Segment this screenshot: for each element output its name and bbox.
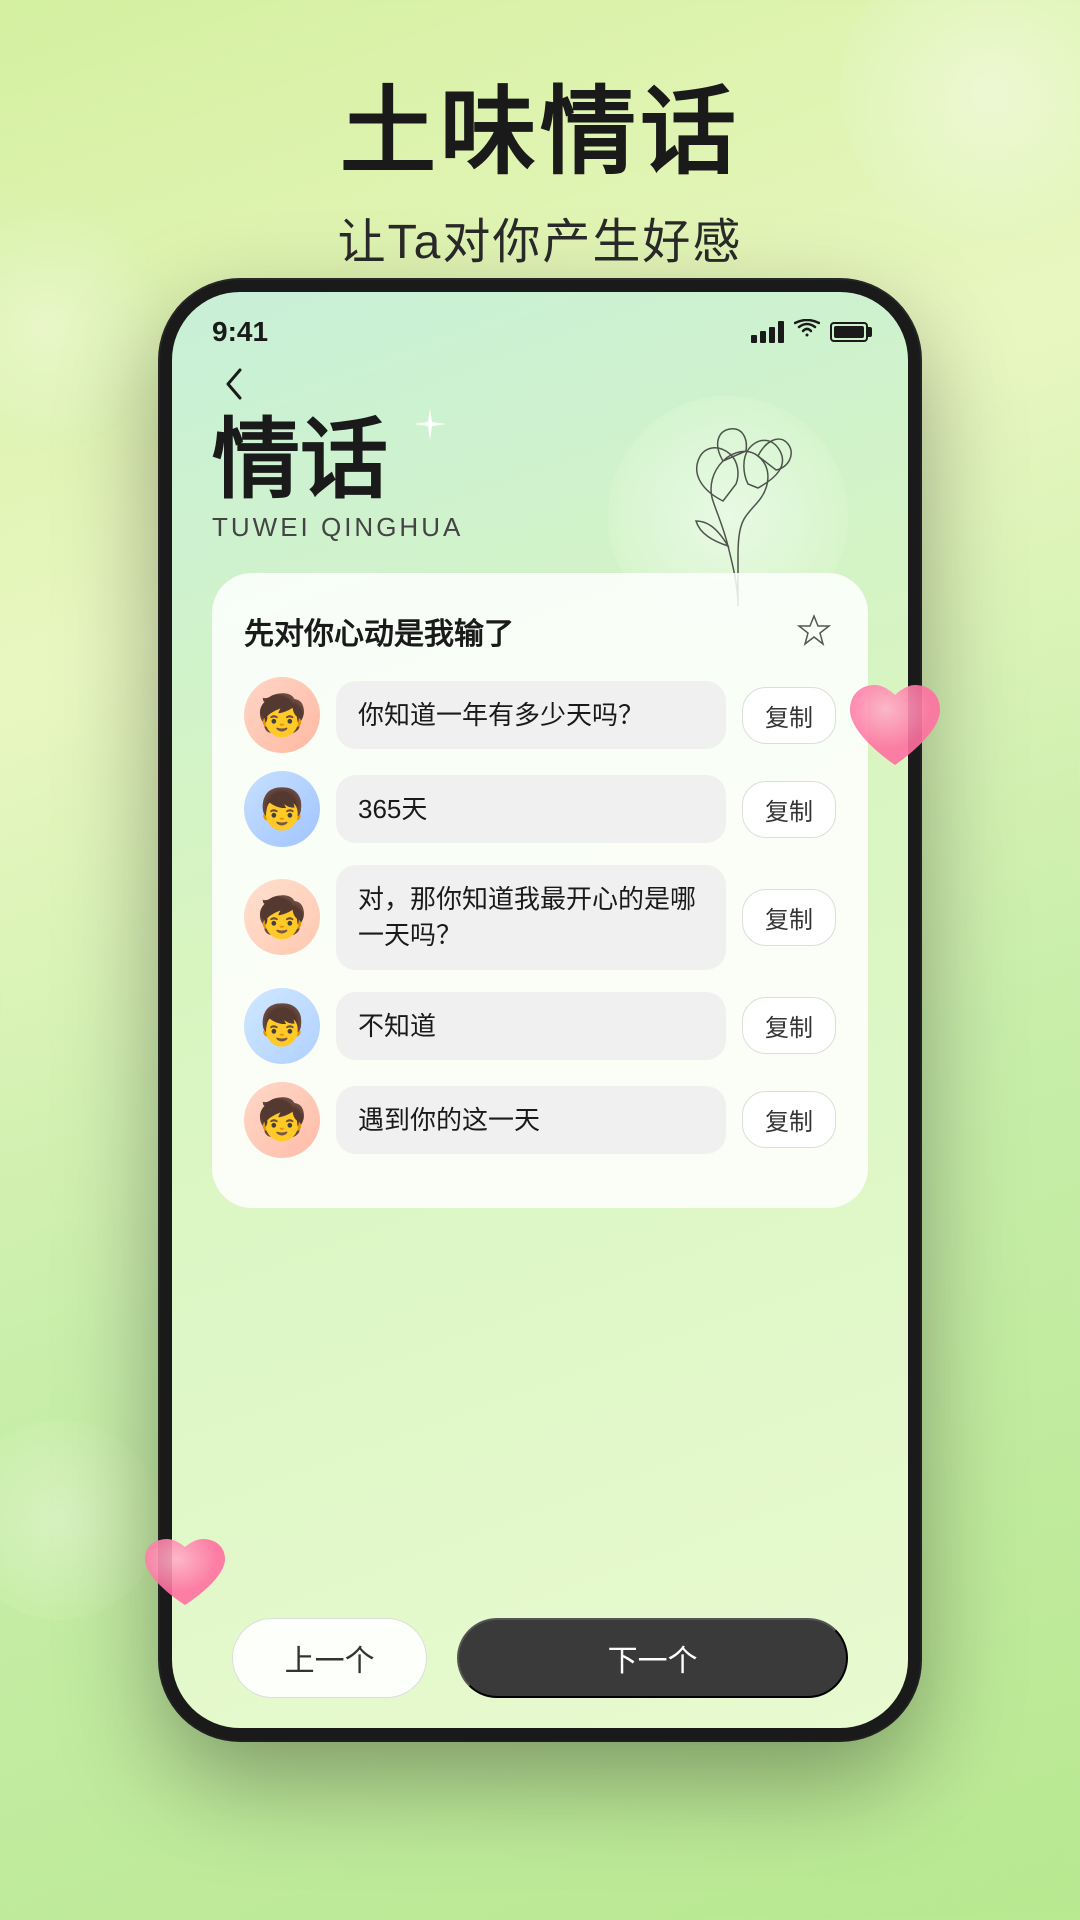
avatar-5: 🧒 xyxy=(244,1082,320,1158)
bubble-1: 你知道一年有多少天吗？ xyxy=(336,681,726,749)
avatar-3: 🧒 xyxy=(244,879,320,955)
status-icons xyxy=(751,319,868,345)
app-content: 情话 TUWEI QINGHUA 先对你心动是我输了 xyxy=(172,352,908,1208)
copy-button-3[interactable]: 复制 xyxy=(742,889,836,946)
page-header: 土味情话 让Ta对你产生好感 xyxy=(0,0,1080,312)
app-header: 情话 TUWEI QINGHUA xyxy=(212,416,868,563)
signal-bar-1 xyxy=(751,335,757,343)
signal-bar-2 xyxy=(760,331,766,343)
copy-button-5[interactable]: 复制 xyxy=(742,1091,836,1148)
bubble-2: 365天 xyxy=(336,775,726,843)
page-subtitle: 让Ta对你产生好感 xyxy=(0,202,1080,272)
back-button[interactable] xyxy=(212,362,256,406)
bottom-navigation: 上一个 下一个 xyxy=(172,1618,908,1698)
next-button[interactable]: 下一个 xyxy=(457,1618,848,1698)
prev-button[interactable]: 上一个 xyxy=(232,1618,427,1698)
phone-mockup: 9:41 xyxy=(160,280,920,1740)
sparkle-decoration xyxy=(412,406,448,451)
avatar-2: 👦 xyxy=(244,771,320,847)
status-bar: 9:41 xyxy=(172,292,908,352)
signal-bar-4 xyxy=(778,321,784,343)
phone-screen: 9:41 xyxy=(172,292,908,1728)
page-title: 土味情话 xyxy=(0,80,1080,186)
card-title: 先对你心动是我输了 xyxy=(244,609,514,653)
bubble-4: 不知道 xyxy=(336,992,726,1060)
chat-row-3: 🧒 对，那你知道我最开心的是哪一天吗？ 复制 xyxy=(244,865,836,970)
avatar-4: 👦 xyxy=(244,988,320,1064)
bubble-3: 对，那你知道我最开心的是哪一天吗？ xyxy=(336,865,726,970)
signal-icon xyxy=(751,321,784,343)
battery-fill xyxy=(834,326,864,338)
wifi-icon xyxy=(794,319,820,345)
bg-decoration-3 xyxy=(0,1420,160,1620)
copy-button-4[interactable]: 复制 xyxy=(742,997,836,1054)
app-title-english: TUWEI QINGHUA xyxy=(212,512,868,543)
chat-row-1: 🧒 你知道一年有多少天吗？ 复制 xyxy=(244,677,836,753)
signal-bar-3 xyxy=(769,327,775,343)
avatar-1: 🧒 xyxy=(244,677,320,753)
chat-row-5: 🧒 遇到你的这一天 复制 xyxy=(244,1082,836,1158)
heart-decoration-top-right xyxy=(840,680,950,785)
favorite-button[interactable] xyxy=(792,609,836,653)
battery-icon xyxy=(830,322,868,342)
bubble-5: 遇到你的这一天 xyxy=(336,1086,726,1154)
phone-frame: 9:41 xyxy=(160,280,920,1740)
chat-row-2: 👦 365天 复制 xyxy=(244,771,836,847)
heart-decoration-bottom-left xyxy=(140,1535,230,1620)
app-title-chinese: 情话 xyxy=(212,416,868,504)
content-card: 先对你心动是我输了 🧒 你知道一年有多少天吗？ xyxy=(212,573,868,1208)
copy-button-1[interactable]: 复制 xyxy=(742,687,836,744)
chat-row-4: 👦 不知道 复制 xyxy=(244,988,836,1064)
status-time: 9:41 xyxy=(212,316,268,348)
copy-button-2[interactable]: 复制 xyxy=(742,781,836,838)
card-header: 先对你心动是我输了 xyxy=(244,609,836,653)
